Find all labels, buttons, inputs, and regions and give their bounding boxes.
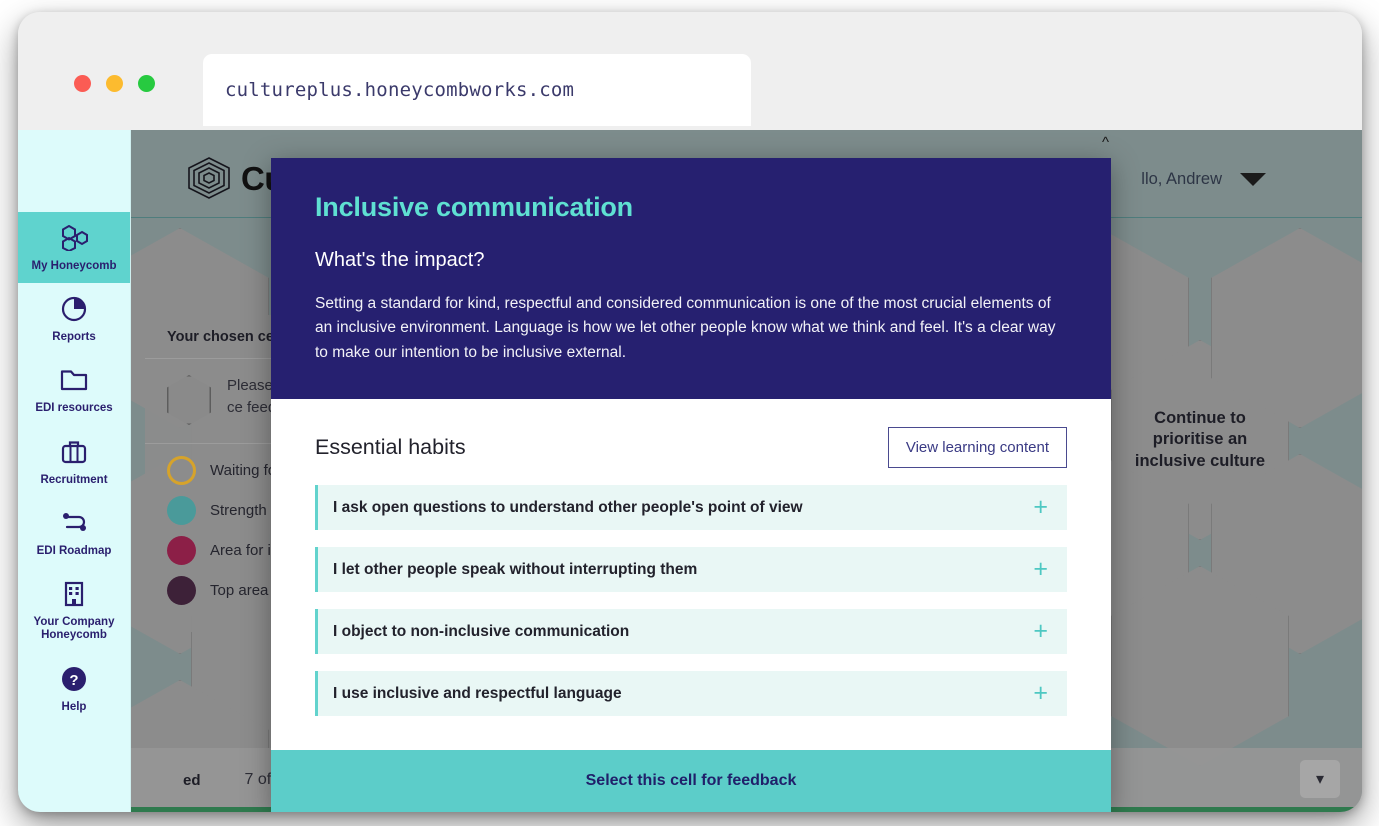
nested-hexagon-logo-icon — [188, 157, 230, 199]
sidebar-item-your-company-honeycomb[interactable]: Your Company Honeycomb — [18, 568, 130, 652]
legend-dot-area-for-improvement — [167, 536, 196, 565]
sidebar-item-edi-resources[interactable]: EDI resources — [18, 354, 130, 425]
habit-row[interactable]: I ask open questions to understand other… — [315, 485, 1067, 531]
modal-body: Essential habits View learning content I… — [271, 399, 1111, 750]
briefcase-icon — [22, 437, 126, 467]
habit-label: I let other people speak without interru… — [333, 560, 698, 578]
habit-row[interactable]: I object to non-inclusive communication … — [315, 609, 1067, 655]
chevron-down-icon[interactable]: ▾ — [1300, 760, 1340, 798]
sidebar-logo-space — [18, 130, 130, 212]
sidebar-item-my-honeycomb[interactable]: My Honeycomb — [18, 212, 130, 284]
habit-row[interactable]: I use inclusive and respectful language … — [315, 671, 1067, 717]
address-bar[interactable]: cultureplus.honeycombworks.com — [203, 54, 751, 126]
habit-label: I object to non-inclusive communication — [333, 622, 630, 640]
honeycomb-cells-icon — [22, 223, 126, 253]
sidebar-item-label: EDI resources — [35, 402, 113, 415]
folder-icon — [22, 365, 126, 395]
url-text: cultureplus.honeycombworks.com — [225, 79, 575, 101]
plus-icon[interactable]: + — [1033, 495, 1048, 520]
legend-label: Strength — [210, 502, 267, 519]
app-logo[interactable]: Cu — [183, 154, 285, 204]
legend-dot-waiting — [167, 456, 196, 485]
route-map-icon — [22, 508, 126, 538]
sidebar-item-label: Reports — [52, 331, 96, 344]
window-controls[interactable] — [74, 75, 155, 92]
svg-text:?: ? — [69, 672, 78, 689]
page-viewport: My Honeycomb Reports EDI resources Recru… — [18, 130, 1362, 812]
modal-description: Setting a standard for kind, respectful … — [315, 295, 1056, 361]
legend-dot-top-area-for-improvement — [167, 576, 196, 605]
maximize-window-button[interactable] — [138, 75, 155, 92]
sidebar-item-edi-roadmap[interactable]: EDI Roadmap — [18, 497, 130, 568]
plus-icon[interactable]: + — [1033, 619, 1048, 644]
close-window-button[interactable] — [74, 75, 91, 92]
chevron-up-icon[interactable]: ^ — [1102, 134, 1109, 151]
caret-down-icon — [1240, 173, 1266, 186]
view-learning-content-button[interactable]: View learning content — [887, 427, 1067, 469]
sidebar-item-label: Recruitment — [40, 473, 108, 486]
question-circle-icon: ? — [22, 664, 126, 694]
browser-window: cultureplus.honeycombworks.com My Honeyc… — [18, 12, 1362, 812]
sidebar-item-label: EDI Roadmap — [36, 544, 112, 557]
sidebar-item-label: Help — [61, 700, 87, 713]
modal-title: Inclusive communication — [315, 192, 633, 222]
minimize-window-button[interactable] — [106, 75, 123, 92]
modal-subtitle: What's the impact? — [315, 249, 485, 271]
habits-header: Essential habits View learning content — [315, 427, 1067, 469]
legend-dot-strength — [167, 496, 196, 525]
pie-chart-icon — [22, 294, 126, 324]
hexagon-placeholder-icon — [167, 375, 211, 425]
modal-header: Inclusive communication What's the impac… — [271, 158, 1111, 400]
habit-label: I ask open questions to understand other… — [333, 498, 803, 516]
browser-chrome: cultureplus.honeycombworks.com — [18, 12, 1362, 130]
sidebar: My Honeycomb Reports EDI resources Recru… — [18, 130, 131, 812]
sidebar-item-label: My Honeycomb — [31, 260, 117, 272]
screenshot-stage: cultureplus.honeycombworks.com My Honeyc… — [0, 0, 1379, 826]
progress-label: ed — [183, 771, 201, 789]
habits-title: Essential habits — [315, 435, 466, 460]
plus-icon[interactable]: + — [1033, 557, 1048, 582]
sidebar-item-reports[interactable]: Reports — [18, 283, 130, 354]
sidebar-item-label: Your Company Honeycomb — [33, 616, 115, 642]
habit-row[interactable]: I let other people speak without interru… — [315, 547, 1067, 593]
select-cell-for-feedback-button[interactable]: Select this cell for feedback — [271, 750, 1111, 812]
user-menu[interactable]: llo, Andrew — [1141, 170, 1266, 189]
building-icon — [22, 579, 126, 609]
sidebar-item-recruitment[interactable]: Recruitment — [18, 426, 130, 497]
sidebar-item-help[interactable]: ? Help — [18, 653, 130, 724]
habit-label: I use inclusive and respectful language — [333, 684, 622, 702]
greeting-text: llo, Andrew — [1141, 170, 1222, 188]
plus-icon[interactable]: + — [1033, 681, 1048, 706]
cell-detail-modal: Inclusive communication What's the impac… — [271, 158, 1111, 812]
